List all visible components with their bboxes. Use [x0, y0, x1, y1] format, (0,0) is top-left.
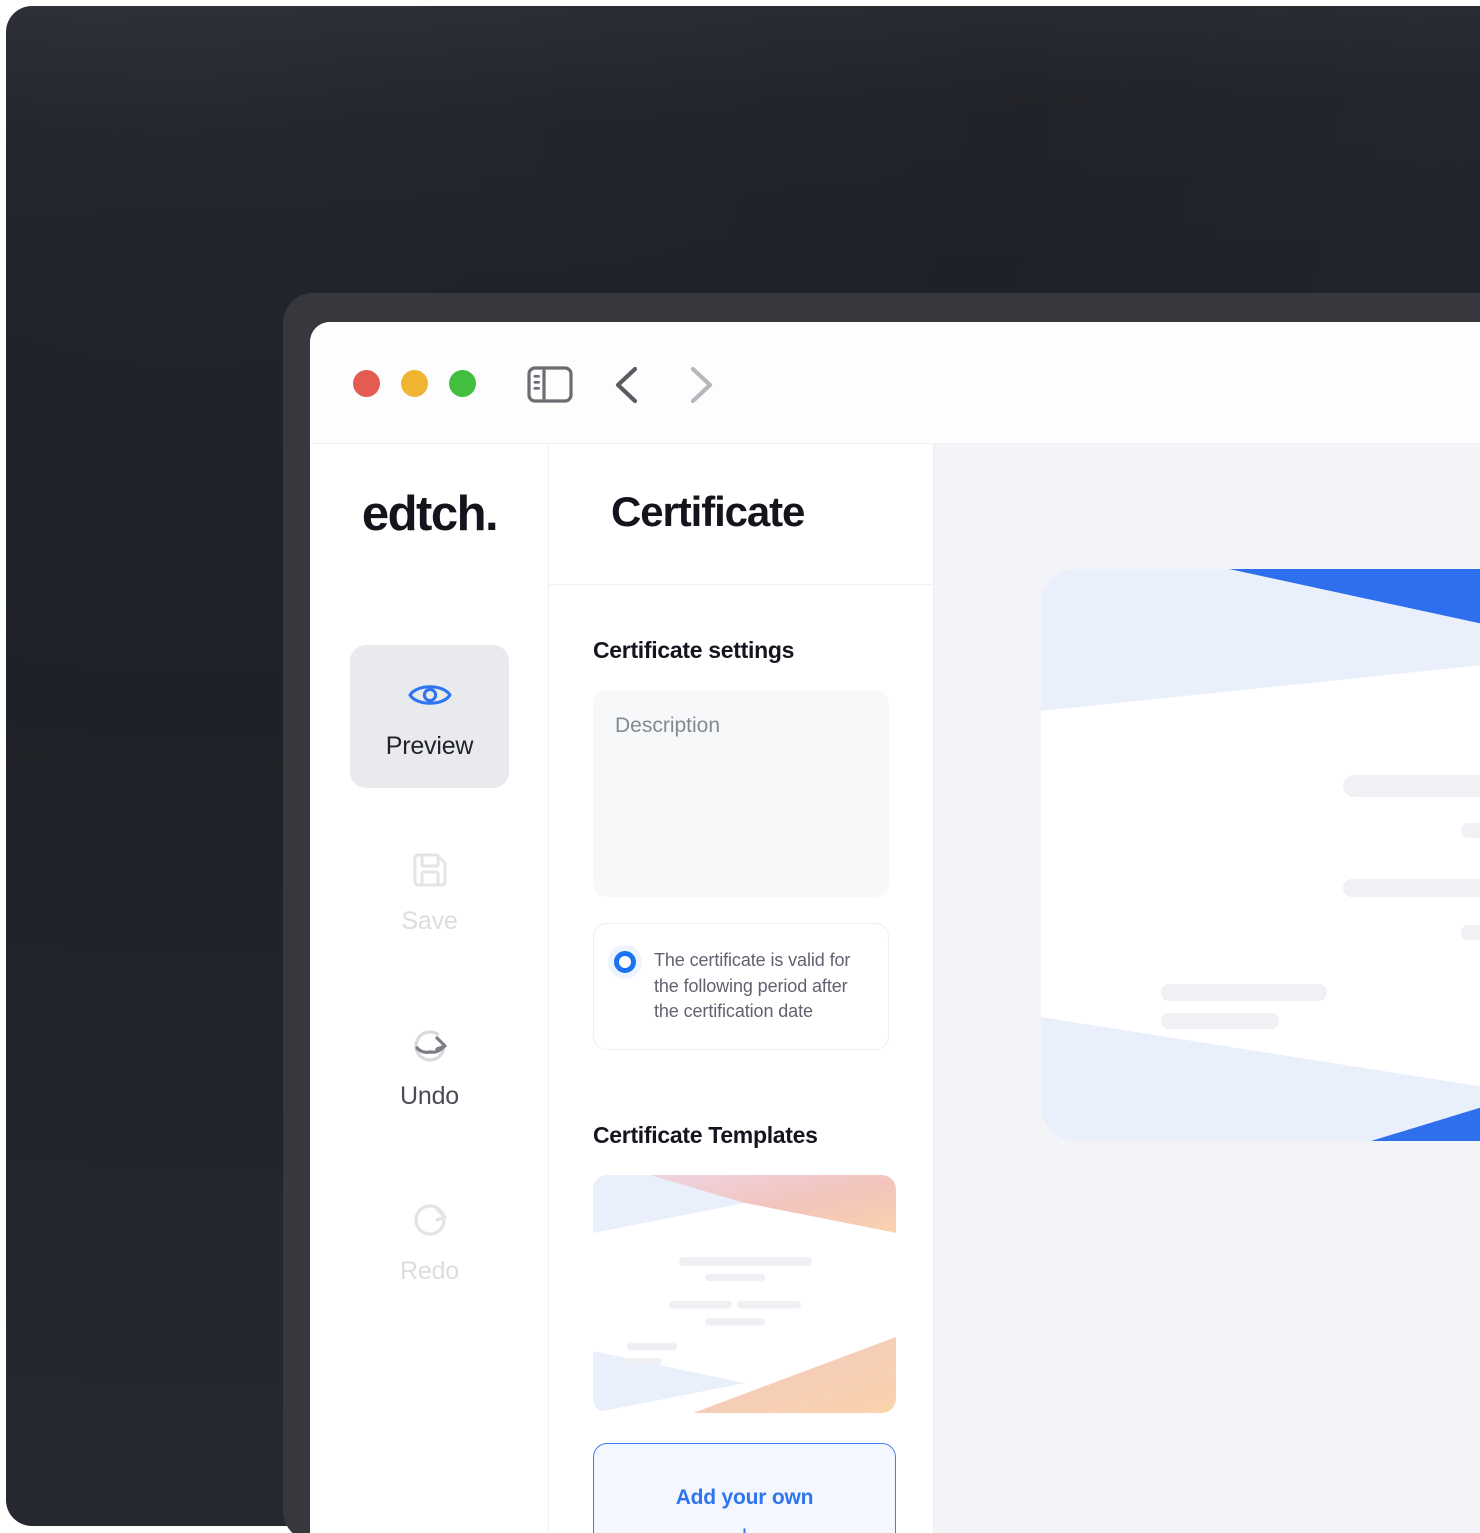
browser-window: edtch. Preview Save Undo Redo Certificat… — [310, 322, 1480, 1533]
undo-icon — [408, 1022, 452, 1068]
validity-label: The certificate is valid for the followi… — [654, 950, 851, 1022]
sidebar-item-redo[interactable]: Redo — [350, 1170, 509, 1313]
validity-radio[interactable] — [614, 951, 636, 973]
save-icon — [410, 847, 450, 893]
sidebar-toggle-button[interactable] — [527, 366, 573, 403]
maximize-button[interactable] — [449, 370, 476, 397]
minimize-button[interactable] — [401, 370, 428, 397]
app-sidebar: edtch. Preview Save Undo Redo — [310, 444, 549, 1533]
sidebar-toggle-icon — [527, 366, 573, 403]
sidebar-item-save[interactable]: Save — [350, 820, 509, 963]
add-your-own-label: Add your own — [675, 1486, 814, 1510]
sidebar-item-label: Undo — [400, 1082, 459, 1110]
eye-icon — [407, 672, 453, 718]
certificate-settings-heading: Certificate settings — [593, 637, 795, 663]
sidebar-item-label: Preview — [385, 732, 474, 760]
sidebar-item-label: Save — [401, 907, 458, 935]
settings-column: Certificate Certificate settings Descrip… — [549, 444, 933, 1533]
traffic-lights — [353, 370, 476, 397]
plus-icon: + — [737, 1522, 753, 1533]
screenshot-stage: edtch. Preview Save Undo Redo Certificat… — [0, 0, 1480, 1533]
window-titlebar — [310, 322, 1480, 444]
chevron-right-icon — [690, 366, 713, 404]
sidebar-item-label: Redo — [400, 1257, 459, 1285]
description-input[interactable]: Description — [593, 690, 889, 897]
certificate-templates-heading: Certificate Templates — [593, 1121, 818, 1148]
validity-option-card[interactable]: The certificate is valid for the followi… — [593, 923, 889, 1050]
redo-icon — [408, 1197, 452, 1243]
certificate-preview-art — [1041, 569, 1480, 1141]
page-title: Certificate — [611, 488, 805, 535]
certificate-preview-card[interactable] — [1041, 569, 1480, 1141]
add-your-own-template-button[interactable]: Add your own + — [593, 1442, 896, 1533]
sidebar-nav: Preview Save Undo Redo — [310, 645, 549, 1313]
brand-logo: edtch. — [361, 487, 499, 541]
sidebar-item-undo[interactable]: Undo — [350, 995, 509, 1138]
description-placeholder: Description — [615, 714, 721, 737]
navigation-arrows — [610, 364, 718, 406]
template-thumbnail-art — [593, 1174, 896, 1413]
back-button[interactable] — [610, 364, 644, 406]
sidebar-item-preview[interactable]: Preview — [350, 645, 509, 788]
forward-button[interactable] — [684, 364, 718, 406]
window-body: edtch. Preview Save Undo Redo Certificat… — [310, 444, 1480, 1533]
chevron-left-icon — [615, 366, 638, 404]
template-thumbnail[interactable] — [593, 1174, 896, 1413]
close-button[interactable] — [353, 370, 380, 397]
page-header: Certificate — [549, 444, 933, 585]
certificate-preview-pane — [933, 444, 1480, 1533]
settings-body: Certificate settings Description The cer… — [549, 585, 933, 1533]
